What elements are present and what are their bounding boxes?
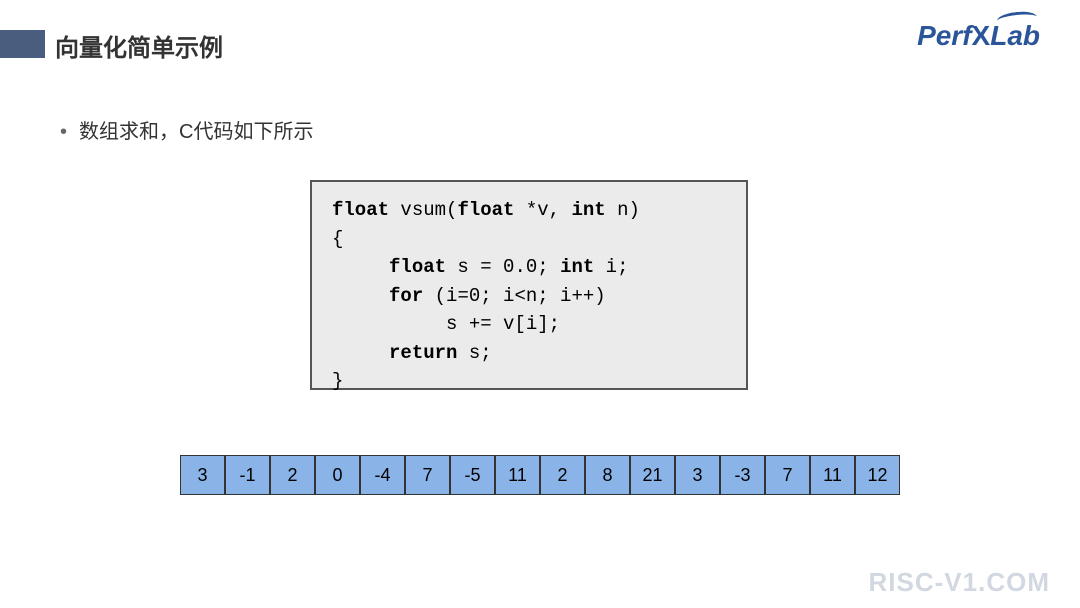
code-text: } <box>332 370 343 392</box>
array-cell: 0 <box>315 455 360 495</box>
code-text: s; <box>457 342 491 364</box>
array-visualization: 3 -1 2 0 -4 7 -5 11 2 8 21 3 -3 7 11 12 <box>180 455 900 495</box>
array-cell: 7 <box>405 455 450 495</box>
array-cell: 7 <box>765 455 810 495</box>
array-cell: 3 <box>675 455 720 495</box>
array-cell: 11 <box>495 455 540 495</box>
array-cell: 8 <box>585 455 630 495</box>
code-block: float vsum(float *v, int n) { float s = … <box>310 180 748 390</box>
code-kw: int <box>560 256 594 278</box>
code-text <box>332 285 389 307</box>
code-text: n) <box>606 199 640 221</box>
code-text: (i=0; i<n; i++) <box>423 285 605 307</box>
description-line: • 数组求和，C代码如下所示 <box>60 115 313 144</box>
array-cell: -1 <box>225 455 270 495</box>
logo-x: X <box>972 20 991 52</box>
code-text: vsum( <box>389 199 457 221</box>
code-text: *v, <box>514 199 571 221</box>
watermark-text: RISC-V1.COM <box>869 567 1050 598</box>
array-cell: 3 <box>180 455 225 495</box>
header-accent-bar <box>0 30 45 58</box>
code-kw: return <box>389 342 457 364</box>
code-text: s += v[i]; <box>332 313 560 335</box>
array-cell: 21 <box>630 455 675 495</box>
bullet-icon: • <box>60 121 67 143</box>
array-cell: 12 <box>855 455 900 495</box>
code-text: s = 0.0; <box>446 256 560 278</box>
code-kw: int <box>571 199 605 221</box>
code-kw: float <box>332 199 389 221</box>
array-cell: 2 <box>540 455 585 495</box>
array-cell: -3 <box>720 455 765 495</box>
code-text: i; <box>594 256 628 278</box>
logo-prefix: Perf <box>917 20 971 51</box>
code-text <box>332 342 389 364</box>
code-text: { <box>332 228 343 250</box>
code-kw: float <box>389 256 446 278</box>
code-kw: for <box>389 285 423 307</box>
slide-title: 向量化简单示例 <box>55 28 223 63</box>
array-cell: 2 <box>270 455 315 495</box>
logo: PerfXLab <box>917 20 1040 52</box>
code-text <box>332 256 389 278</box>
code-kw: float <box>457 199 514 221</box>
array-cell: 11 <box>810 455 855 495</box>
description-text: 数组求和，C代码如下所示 <box>79 121 313 143</box>
array-cell: -5 <box>450 455 495 495</box>
array-cell: -4 <box>360 455 405 495</box>
